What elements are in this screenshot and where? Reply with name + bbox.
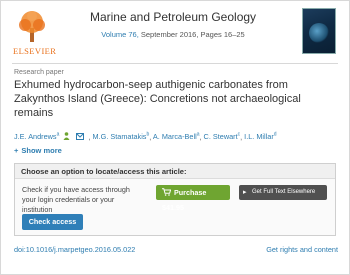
article-title: Exhumed hydrocarbon-seep authigenic carb… <box>14 79 301 119</box>
plus-icon: + <box>14 146 19 155</box>
issue-pages: September 2016, Pages 16–25 <box>138 30 245 39</box>
author-link[interactable]: C. Stewartc <box>204 132 241 141</box>
purchase-button[interactable]: Purchase $41.95 <box>156 185 230 212</box>
journal-cover[interactable] <box>302 8 336 54</box>
header-divider <box>12 63 338 64</box>
journal-issue: Volume 76, September 2016, Pages 16–25 <box>60 30 286 39</box>
elsevier-logo[interactable]: ELSEVIER <box>13 8 57 56</box>
article-type: Research paper <box>14 69 64 76</box>
volume-link[interactable]: Volume 76, <box>101 30 139 39</box>
arrow-right-icon: ▸ <box>243 189 247 196</box>
author-link[interactable]: A. Marca-Bella <box>153 132 200 141</box>
author-list: J.E. Andrewsa , M.G. Stamatakisb, A. Mar… <box>14 132 277 142</box>
journal-title[interactable]: Marine and Petroleum Geology <box>60 10 286 24</box>
rights-link[interactable]: Get rights and content <box>266 245 338 254</box>
journal-info: Marine and Petroleum Geology Volume 76, … <box>60 10 286 39</box>
email-icon[interactable] <box>76 133 85 141</box>
check-access-button[interactable]: Check access <box>22 214 83 230</box>
cart-icon <box>162 188 171 196</box>
doi-link[interactable]: doi:10.1016/j.marpetgeo.2016.05.022 <box>14 245 135 254</box>
journal-header: ELSEVIER Marine and Petroleum Geology Vo… <box>13 8 338 58</box>
access-info-text: Check if you have access through your lo… <box>22 185 130 214</box>
person-icon[interactable] <box>63 132 70 141</box>
author-link[interactable]: M.G. Stamatakisb <box>93 132 150 141</box>
access-options-panel: Choose an option to locate/access this a… <box>14 163 336 236</box>
show-more-link[interactable]: + Show more <box>14 146 62 155</box>
get-full-text-elsewhere-button[interactable]: ▸ Get Full Text Elsewhere <box>239 185 327 200</box>
author-link[interactable]: I.L. Millard <box>244 132 276 141</box>
tree-icon <box>19 11 45 42</box>
publisher-name: ELSEVIER <box>13 46 57 56</box>
access-heading: Choose an option to locate/access this a… <box>15 164 335 179</box>
author-link[interactable]: J.E. Andrewsa <box>14 132 59 141</box>
